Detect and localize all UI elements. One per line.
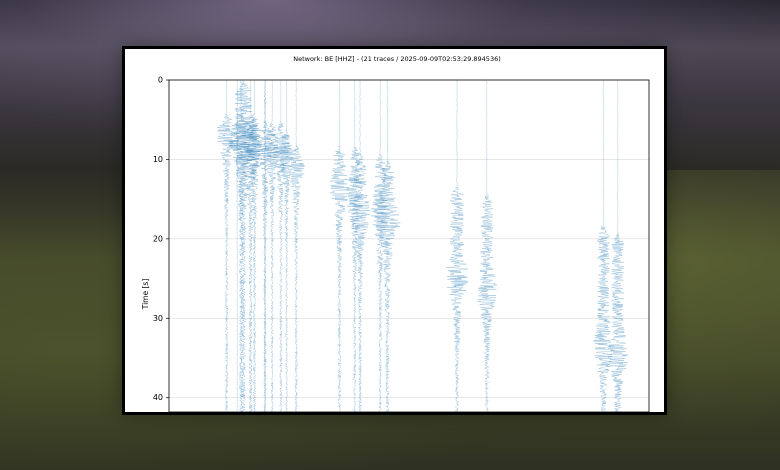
seismic-trace-6 <box>257 79 275 412</box>
y-tick-label: 10 <box>153 155 163 164</box>
seismic-trace-16 <box>446 79 469 412</box>
seismic-trace-15 <box>374 79 401 412</box>
seismic-trace-17 <box>477 79 498 412</box>
seismic-trace-19 <box>607 79 629 412</box>
seismic-trace-14 <box>370 79 390 412</box>
seismic-trace-13 <box>349 79 371 412</box>
seismic-trace-11 <box>330 79 350 412</box>
seismic-trace-20 <box>235 79 240 412</box>
y-axis-label: Time [s] <box>141 279 150 311</box>
seismic-trace-18 <box>593 79 615 412</box>
seismic-trace-9 <box>279 79 294 412</box>
chart-title: Network: BE [HHZ] - (21 traces / 2025-09… <box>293 55 501 63</box>
y-tick-label: 30 <box>153 314 163 323</box>
seismic-trace-12 <box>346 79 364 412</box>
seismogram-chart: Network: BE [HHZ] - (21 traces / 2025-09… <box>141 55 650 412</box>
seismic-trace-10 <box>288 79 305 412</box>
y-tick-label: 0 <box>158 76 163 85</box>
y-tick-label: 40 <box>153 393 163 402</box>
seismic-trace-1 <box>216 79 237 412</box>
chart-figure: Network: BE [HHZ] - (21 traces / 2025-09… <box>122 46 667 415</box>
y-tick-label: 20 <box>153 234 163 243</box>
